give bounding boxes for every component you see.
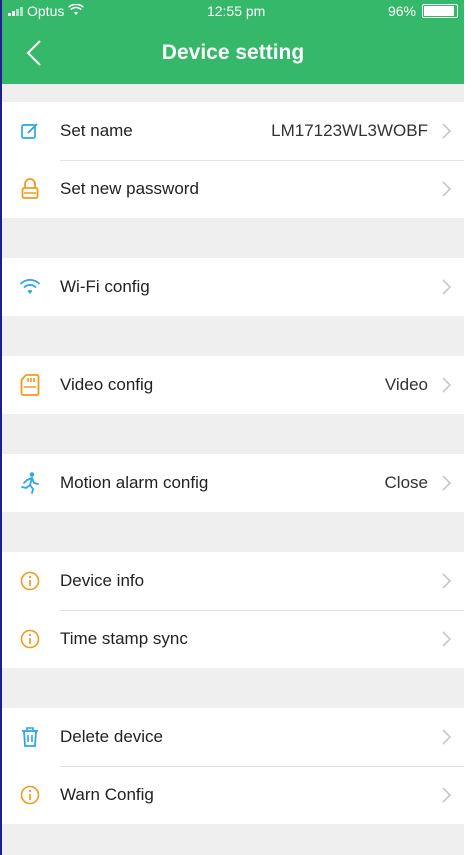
chevron-right-icon [438,375,454,395]
sd-card-icon [16,371,44,399]
setting-label: Set new password [60,179,199,198]
settings-list: Set name LM17123WL3WOBF Set new password Wi… [2,84,464,824]
back-button[interactable] [20,33,48,73]
chevron-right-icon [438,473,454,493]
setting-row-warn-config[interactable]: Warn Config [2,766,464,824]
setting-label: Wi-Fi config [60,277,150,296]
chevron-right-icon [438,727,454,747]
setting-label: Warn Config [60,785,154,804]
setting-label: Time stamp sync [60,629,188,648]
setting-value: LM17123WL3WOBF [271,121,428,140]
trash-icon [16,723,44,751]
nav-bar: Device setting [2,22,464,84]
info-icon [16,567,44,595]
chevron-right-icon [438,179,454,199]
settings-group: Video config Video [2,356,464,414]
status-right: 96% [388,3,458,19]
status-left: Optus [8,3,85,19]
info-icon [16,781,44,809]
setting-label: Delete device [60,727,164,746]
setting-row-motion-alarm-config[interactable]: Motion alarm config Close [2,454,464,512]
page-title: Device setting [161,41,305,64]
settings-group: Motion alarm config Close [2,454,464,512]
chevron-right-icon [438,121,454,141]
edit-icon [16,117,44,145]
setting-label: Set name [60,121,133,140]
battery-percent: 96% [387,3,416,19]
lock-icon [16,175,44,203]
settings-group: Device info Time stamp sync [2,552,464,668]
chevron-right-icon [438,629,454,649]
status-bar: Optus 12:55 pm 96% [2,0,464,22]
setting-label: Motion alarm config [60,473,209,492]
carrier-label: Optus [27,3,65,19]
clock: 12:55 pm [206,3,266,19]
setting-value: Video [384,375,428,394]
settings-group: Wi-Fi config [2,258,464,316]
info-icon [16,625,44,653]
chevron-right-icon [438,571,454,591]
running-person-icon [16,469,44,497]
setting-row-delete-device[interactable]: Delete device [2,708,464,766]
setting-label: Device info [60,571,145,590]
settings-group: Delete device Warn Config [2,708,464,824]
chevron-right-icon [438,277,454,297]
chevron-right-icon [438,785,454,805]
setting-row-wi-fi-config[interactable]: Wi-Fi config [2,258,464,316]
setting-row-video-config[interactable]: Video config Video [2,356,464,414]
wifi-icon [16,273,44,301]
battery-icon [421,4,458,18]
wifi-status-icon [68,3,85,19]
setting-row-set-new-password[interactable]: Set new password [2,160,464,218]
app-frame: Optus 12:55 pm 96% Device setting Set na… [0,0,464,855]
setting-row-device-info[interactable]: Device info [2,552,464,610]
chevron-left-icon [26,40,41,66]
setting-row-set-name[interactable]: Set name LM17123WL3WOBF [2,102,464,160]
setting-label: Video config [60,375,154,394]
signal-icon [8,6,23,16]
setting-value: Close [384,473,428,492]
settings-group: Set name LM17123WL3WOBF Set new password [2,102,464,218]
setting-row-time-stamp-sync[interactable]: Time stamp sync [2,610,464,668]
